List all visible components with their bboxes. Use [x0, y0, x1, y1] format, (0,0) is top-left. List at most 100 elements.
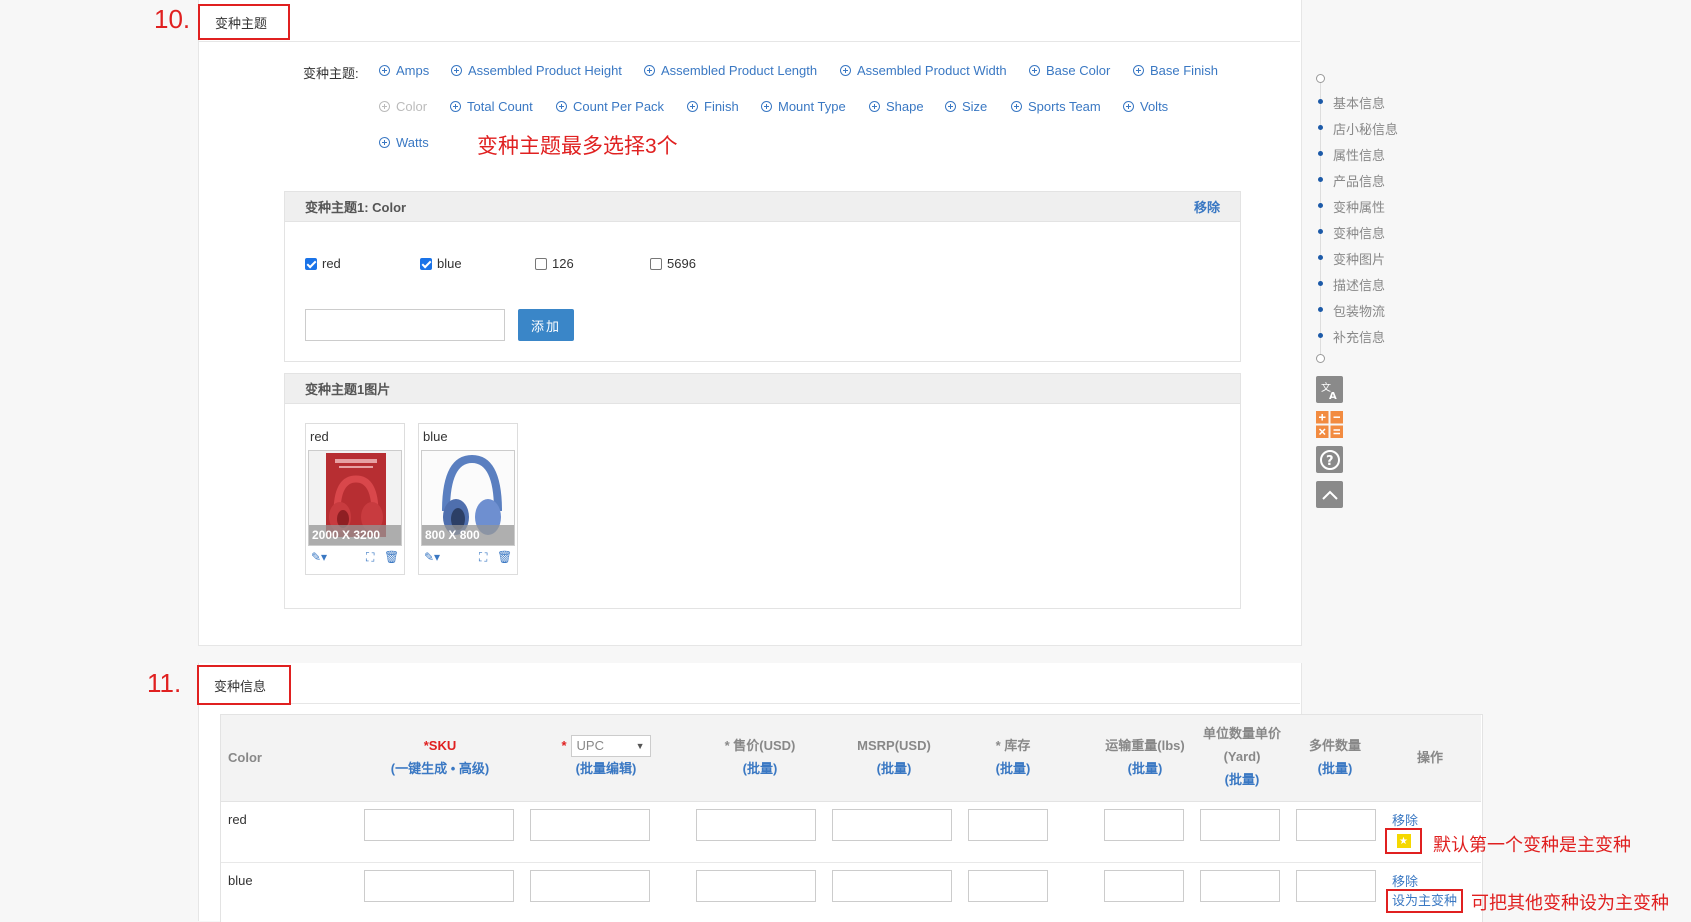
row-1-remove-link[interactable]: 移除 [1392, 810, 1418, 829]
trash-icon[interactable]: 🗑 [384, 550, 399, 564]
sku-generate-links[interactable]: (一键生成 • 高级) [366, 757, 514, 780]
sidebar-item-basic-info[interactable]: 基本信息 [1333, 93, 1385, 112]
row-2-stock-input[interactable] [968, 870, 1048, 902]
plus-circle-icon [945, 101, 956, 112]
row-1-unit-price-input[interactable] [1200, 809, 1280, 841]
theme-value-red[interactable]: red [305, 256, 341, 271]
sidebar-item-description[interactable]: 描述信息 [1333, 275, 1385, 294]
product-image[interactable]: 800 X 800 [421, 450, 515, 546]
upc-batch-edit-link[interactable]: (批量编辑) [556, 757, 656, 780]
sidebar-item-variant-images[interactable]: 变种图片 [1333, 249, 1385, 268]
svg-text:A: A [1329, 391, 1337, 400]
plus-circle-icon [379, 137, 390, 148]
theme-image-card-red[interactable]: red 2000 X 3200 ✎▾ ⛶ 🗑 [305, 423, 405, 575]
row-1-multi-qty-input[interactable] [1296, 809, 1376, 841]
add-theme-value-input[interactable] [305, 309, 505, 341]
theme-option-finish[interactable]: Finish [687, 99, 739, 114]
help-icon[interactable]: ? [1316, 446, 1343, 473]
product-image[interactable]: 2000 X 3200 [308, 450, 402, 546]
col-upc: * UPC ▼ (批量编辑) [556, 734, 656, 780]
sidebar-item-packaging[interactable]: 包装物流 [1333, 301, 1385, 320]
sidebar-item-dxm-info[interactable]: 店小秘信息 [1333, 119, 1398, 138]
theme-option-sports-team[interactable]: Sports Team [1011, 99, 1101, 114]
theme-option-base-finish[interactable]: Base Finish [1133, 63, 1218, 78]
theme-option-assembled-product-height[interactable]: Assembled Product Height [451, 63, 622, 78]
back-to-top-icon[interactable] [1316, 481, 1343, 508]
theme-value-5696[interactable]: 5696 [650, 256, 696, 271]
theme-value-blue[interactable]: blue [420, 256, 462, 271]
theme-option-volts[interactable]: Volts [1123, 99, 1168, 114]
plus-circle-icon [556, 101, 567, 112]
row-1-upc-input[interactable] [530, 809, 650, 841]
add-theme-value-button[interactable]: 添加 [518, 309, 574, 341]
multi-qty-batch-link[interactable]: (批量) [1295, 757, 1375, 780]
calculator-icon[interactable] [1316, 411, 1343, 438]
row-1-weight-input[interactable] [1104, 809, 1184, 841]
checkbox[interactable] [305, 257, 317, 270]
sidebar-item-supplementary[interactable]: 补充信息 [1333, 327, 1385, 346]
upc-type-select[interactable]: UPC ▼ [570, 734, 651, 757]
theme-option-total-count[interactable]: Total Count [450, 99, 533, 114]
row-1-sku-input[interactable] [364, 809, 514, 841]
set-main-variant-button[interactable]: 设为主变种 [1386, 889, 1464, 913]
theme-option-size[interactable]: Size [945, 99, 987, 114]
magic-wand-icon[interactable]: ✎▾ [311, 550, 327, 564]
crop-icon[interactable]: ⛶ [479, 550, 487, 565]
row-2-price-input[interactable] [696, 870, 816, 902]
sidebar-item-product-info[interactable]: 产品信息 [1333, 171, 1385, 190]
max-theme-note: 变种主题最多选择3个 [477, 135, 678, 158]
row-2-upc-input[interactable] [530, 870, 650, 902]
row-2-msrp-input[interactable] [832, 870, 952, 902]
row-2-weight-input[interactable] [1104, 870, 1184, 902]
theme-option-watts[interactable]: Watts [379, 135, 429, 150]
unit-price-label: 单位数量单价 [1202, 726, 1281, 741]
nav-dot [1318, 177, 1323, 182]
sidebar-item-attribute-info[interactable]: 属性信息 [1333, 145, 1385, 164]
col-price: * 售价(USD) (批量) [700, 734, 820, 780]
theme-value-126[interactable]: 126 [535, 256, 574, 271]
multi-qty-label: 多件数量 [1308, 738, 1361, 753]
section-11-number: 11. [147, 668, 182, 698]
theme-option-shape[interactable]: Shape [869, 99, 924, 114]
msrp-batch-link[interactable]: (批量) [834, 757, 954, 780]
theme-option-assembled-product-length[interactable]: Assembled Product Length [644, 63, 817, 78]
sidebar-item-variant-attributes[interactable]: 变种属性 [1333, 197, 1385, 216]
col-multi-qty: 多件数量 (批量) [1295, 734, 1375, 780]
row-1-stock-input[interactable] [968, 809, 1048, 841]
sidebar-item-variant-info[interactable]: 变种信息 [1333, 223, 1385, 242]
row-2-unit-price-input[interactable] [1200, 870, 1280, 902]
row-1-price-input[interactable] [696, 809, 816, 841]
variant-theme-images-title: 变种主题1图片 [305, 382, 391, 397]
nav-dot [1318, 255, 1323, 260]
translate-icon[interactable]: 文A [1316, 376, 1343, 403]
theme-option-base-color[interactable]: Base Color [1029, 63, 1110, 78]
sidebar-nav-line [1320, 80, 1321, 360]
trash-icon[interactable]: 🗑 [497, 550, 512, 564]
checkbox[interactable] [535, 257, 547, 270]
remove-theme-button[interactable]: 移除 [1194, 197, 1220, 216]
theme-option-amps[interactable]: Amps [379, 63, 429, 78]
theme-image-card-blue[interactable]: blue 800 X 800 ✎▾ ⛶ 🗑 [418, 423, 518, 575]
row-1-color: red [228, 812, 247, 827]
image-size-label: 2000 X 3200 [309, 525, 401, 545]
checkbox[interactable] [420, 257, 432, 270]
upc-select-row: * UPC ▼ [556, 734, 656, 757]
col-sku: *SKU (一键生成 • 高级) [366, 734, 514, 780]
crop-icon[interactable]: ⛶ [366, 550, 374, 565]
checkbox[interactable] [650, 257, 662, 270]
theme-option-mount-type[interactable]: Mount Type [761, 99, 846, 114]
stock-batch-link[interactable]: (批量) [973, 757, 1053, 780]
row-2-sku-input[interactable] [364, 870, 514, 902]
row-2-multi-qty-input[interactable] [1296, 870, 1376, 902]
weight-batch-link[interactable]: (批量) [1100, 757, 1190, 780]
theme-option-assembled-product-width[interactable]: Assembled Product Width [840, 63, 1007, 78]
magic-wand-icon[interactable]: ✎▾ [424, 550, 440, 564]
section-11-title: 变种信息 [197, 665, 291, 705]
row-2-remove-link[interactable]: 移除 [1392, 871, 1418, 890]
theme-option-count-per-pack[interactable]: Count Per Pack [556, 99, 664, 114]
nav-end-ring [1316, 354, 1325, 363]
image-card-label: blue [423, 429, 448, 444]
price-batch-link[interactable]: (批量) [700, 757, 820, 780]
row-1-msrp-input[interactable] [832, 809, 952, 841]
unit-price-batch-link[interactable]: (批量) [1190, 768, 1294, 791]
